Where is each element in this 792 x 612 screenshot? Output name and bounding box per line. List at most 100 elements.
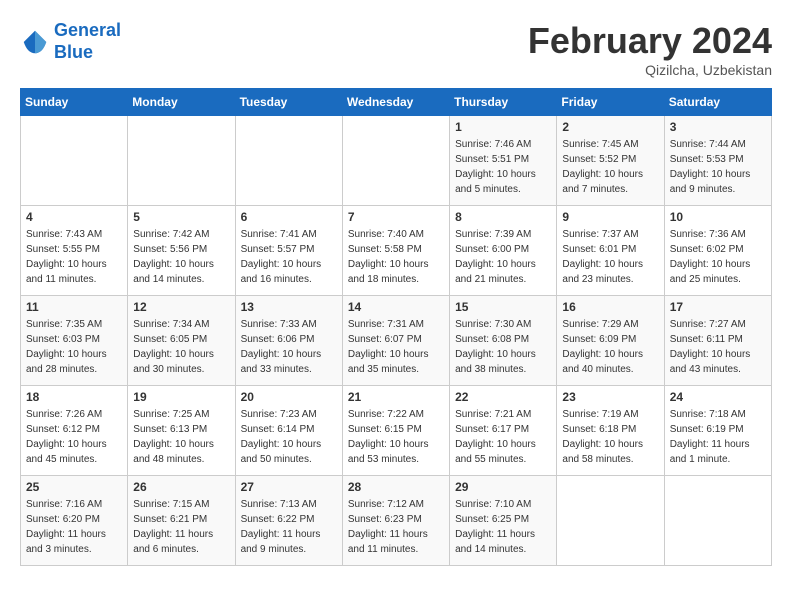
calendar-cell (342, 116, 449, 206)
calendar-header: SundayMondayTuesdayWednesdayThursdayFrid… (21, 89, 772, 116)
logo-blue: Blue (54, 42, 93, 62)
calendar-cell: 1Sunrise: 7:46 AM Sunset: 5:51 PM Daylig… (450, 116, 557, 206)
weekday-header: Thursday (450, 89, 557, 116)
day-number: 12 (133, 300, 229, 314)
day-number: 3 (670, 120, 766, 134)
calendar-cell: 27 Sunrise: 7:13 AM Sunset: 6:22 PM Dayli… (235, 476, 342, 566)
day-info: Sunrise: 7:16 AM Sunset: 6:20 PM Dayligh… (26, 497, 122, 557)
calendar-cell: 29 Sunrise: 7:10 AM Sunset: 6:25 PM Dayli… (450, 476, 557, 566)
day-info: Sunrise: 7:41 AM Sunset: 5:57 PM Dayligh… (241, 227, 337, 287)
day-number: 15 (455, 300, 551, 314)
calendar-cell: 4 Sunrise: 7:43 AM Sunset: 5:55 PM Daylig… (21, 206, 128, 296)
day-info: Sunrise: 7:36 AM Sunset: 6:02 PM Dayligh… (670, 227, 766, 287)
weekday-header: Tuesday (235, 89, 342, 116)
calendar-table: SundayMondayTuesdayWednesdayThursdayFrid… (20, 88, 772, 566)
logo-general: General (54, 20, 121, 40)
weekday-header: Sunday (21, 89, 128, 116)
weekday-header: Friday (557, 89, 664, 116)
location: Qizilcha, Uzbekistan (528, 62, 772, 78)
day-info: Sunrise: 7:23 AM Sunset: 6:14 PM Dayligh… (241, 407, 337, 467)
day-number: 19 (133, 390, 229, 404)
calendar-cell: 5Sunrise: 7:42 AM Sunset: 5:56 PM Daylig… (128, 206, 235, 296)
calendar-cell: 24 Sunrise: 7:18 AM Sunset: 6:19 PM Dayli… (664, 386, 771, 476)
day-number: 2 (562, 120, 658, 134)
day-number: 6 (241, 210, 337, 224)
day-number: 24 (670, 390, 766, 404)
day-info: Sunrise: 7:43 AM Sunset: 5:55 PM Dayligh… (26, 227, 122, 287)
day-number: 27 (241, 480, 337, 494)
day-number: 22 (455, 390, 551, 404)
calendar-cell (557, 476, 664, 566)
day-number: 29 (455, 480, 551, 494)
day-info: Sunrise: 7:27 AM Sunset: 6:11 PM Dayligh… (670, 317, 766, 377)
calendar-cell: 25 Sunrise: 7:16 AM Sunset: 6:20 PM Dayli… (21, 476, 128, 566)
calendar-cell: 20 Sunrise: 7:23 AM Sunset: 6:14 PM Dayli… (235, 386, 342, 476)
calendar-cell (664, 476, 771, 566)
calendar-week-row: 18 Sunrise: 7:26 AM Sunset: 6:12 PM Dayli… (21, 386, 772, 476)
calendar-cell: 23 Sunrise: 7:19 AM Sunset: 6:18 PM Dayli… (557, 386, 664, 476)
calendar-week-row: 1Sunrise: 7:46 AM Sunset: 5:51 PM Daylig… (21, 116, 772, 206)
calendar-cell: 11Sunrise: 7:35 AM Sunset: 6:03 PM Dayli… (21, 296, 128, 386)
day-number: 9 (562, 210, 658, 224)
calendar-cell: 16 Sunrise: 7:29 AM Sunset: 6:09 PM Dayli… (557, 296, 664, 386)
calendar-week-row: 25 Sunrise: 7:16 AM Sunset: 6:20 PM Dayli… (21, 476, 772, 566)
calendar-body: 1Sunrise: 7:46 AM Sunset: 5:51 PM Daylig… (21, 116, 772, 566)
month-title: February 2024 (528, 20, 772, 62)
day-number: 20 (241, 390, 337, 404)
day-info: Sunrise: 7:44 AM Sunset: 5:53 PM Dayligh… (670, 137, 766, 197)
day-info: Sunrise: 7:21 AM Sunset: 6:17 PM Dayligh… (455, 407, 551, 467)
calendar-week-row: 4 Sunrise: 7:43 AM Sunset: 5:55 PM Daylig… (21, 206, 772, 296)
day-info: Sunrise: 7:39 AM Sunset: 6:00 PM Dayligh… (455, 227, 551, 287)
calendar-week-row: 11Sunrise: 7:35 AM Sunset: 6:03 PM Dayli… (21, 296, 772, 386)
day-number: 14 (348, 300, 444, 314)
logo: General Blue (20, 20, 121, 63)
day-info: Sunrise: 7:10 AM Sunset: 6:25 PM Dayligh… (455, 497, 551, 557)
day-number: 23 (562, 390, 658, 404)
day-number: 1 (455, 120, 551, 134)
logo-text: General Blue (54, 20, 121, 63)
day-info: Sunrise: 7:19 AM Sunset: 6:18 PM Dayligh… (562, 407, 658, 467)
day-info: Sunrise: 7:13 AM Sunset: 6:22 PM Dayligh… (241, 497, 337, 557)
day-info: Sunrise: 7:34 AM Sunset: 6:05 PM Dayligh… (133, 317, 229, 377)
day-info: Sunrise: 7:29 AM Sunset: 6:09 PM Dayligh… (562, 317, 658, 377)
day-number: 16 (562, 300, 658, 314)
page-header: General Blue February 2024 Qizilcha, Uzb… (20, 20, 772, 78)
day-info: Sunrise: 7:37 AM Sunset: 6:01 PM Dayligh… (562, 227, 658, 287)
day-number: 26 (133, 480, 229, 494)
calendar-cell: 12 Sunrise: 7:34 AM Sunset: 6:05 PM Dayli… (128, 296, 235, 386)
calendar-cell: 3 Sunrise: 7:44 AM Sunset: 5:53 PM Daylig… (664, 116, 771, 206)
day-info: Sunrise: 7:25 AM Sunset: 6:13 PM Dayligh… (133, 407, 229, 467)
day-number: 25 (26, 480, 122, 494)
weekday-row: SundayMondayTuesdayWednesdayThursdayFrid… (21, 89, 772, 116)
calendar-cell (235, 116, 342, 206)
day-info: Sunrise: 7:18 AM Sunset: 6:19 PM Dayligh… (670, 407, 766, 467)
logo-icon (20, 27, 50, 57)
day-number: 17 (670, 300, 766, 314)
day-number: 21 (348, 390, 444, 404)
weekday-header: Monday (128, 89, 235, 116)
calendar-cell (21, 116, 128, 206)
calendar-cell: 19 Sunrise: 7:25 AM Sunset: 6:13 PM Dayli… (128, 386, 235, 476)
calendar-cell: 10Sunrise: 7:36 AM Sunset: 6:02 PM Dayli… (664, 206, 771, 296)
day-info: Sunrise: 7:15 AM Sunset: 6:21 PM Dayligh… (133, 497, 229, 557)
weekday-header: Wednesday (342, 89, 449, 116)
day-info: Sunrise: 7:31 AM Sunset: 6:07 PM Dayligh… (348, 317, 444, 377)
day-info: Sunrise: 7:30 AM Sunset: 6:08 PM Dayligh… (455, 317, 551, 377)
calendar-cell: 2 Sunrise: 7:45 AM Sunset: 5:52 PM Daylig… (557, 116, 664, 206)
day-info: Sunrise: 7:45 AM Sunset: 5:52 PM Dayligh… (562, 137, 658, 197)
day-number: 5 (133, 210, 229, 224)
calendar-cell: 21 Sunrise: 7:22 AM Sunset: 6:15 PM Dayli… (342, 386, 449, 476)
day-info: Sunrise: 7:12 AM Sunset: 6:23 PM Dayligh… (348, 497, 444, 557)
calendar-cell: 9 Sunrise: 7:37 AM Sunset: 6:01 PM Daylig… (557, 206, 664, 296)
calendar-cell: 14 Sunrise: 7:31 AM Sunset: 6:07 PM Dayli… (342, 296, 449, 386)
day-number: 18 (26, 390, 122, 404)
calendar-cell: 6 Sunrise: 7:41 AM Sunset: 5:57 PM Daylig… (235, 206, 342, 296)
calendar-cell: 17 Sunrise: 7:27 AM Sunset: 6:11 PM Dayli… (664, 296, 771, 386)
calendar-cell: 7Sunrise: 7:40 AM Sunset: 5:58 PM Daylig… (342, 206, 449, 296)
day-info: Sunrise: 7:26 AM Sunset: 6:12 PM Dayligh… (26, 407, 122, 467)
day-info: Sunrise: 7:22 AM Sunset: 6:15 PM Dayligh… (348, 407, 444, 467)
day-info: Sunrise: 7:35 AM Sunset: 6:03 PM Dayligh… (26, 317, 122, 377)
day-number: 4 (26, 210, 122, 224)
calendar-cell: 18 Sunrise: 7:26 AM Sunset: 6:12 PM Dayli… (21, 386, 128, 476)
day-number: 8 (455, 210, 551, 224)
